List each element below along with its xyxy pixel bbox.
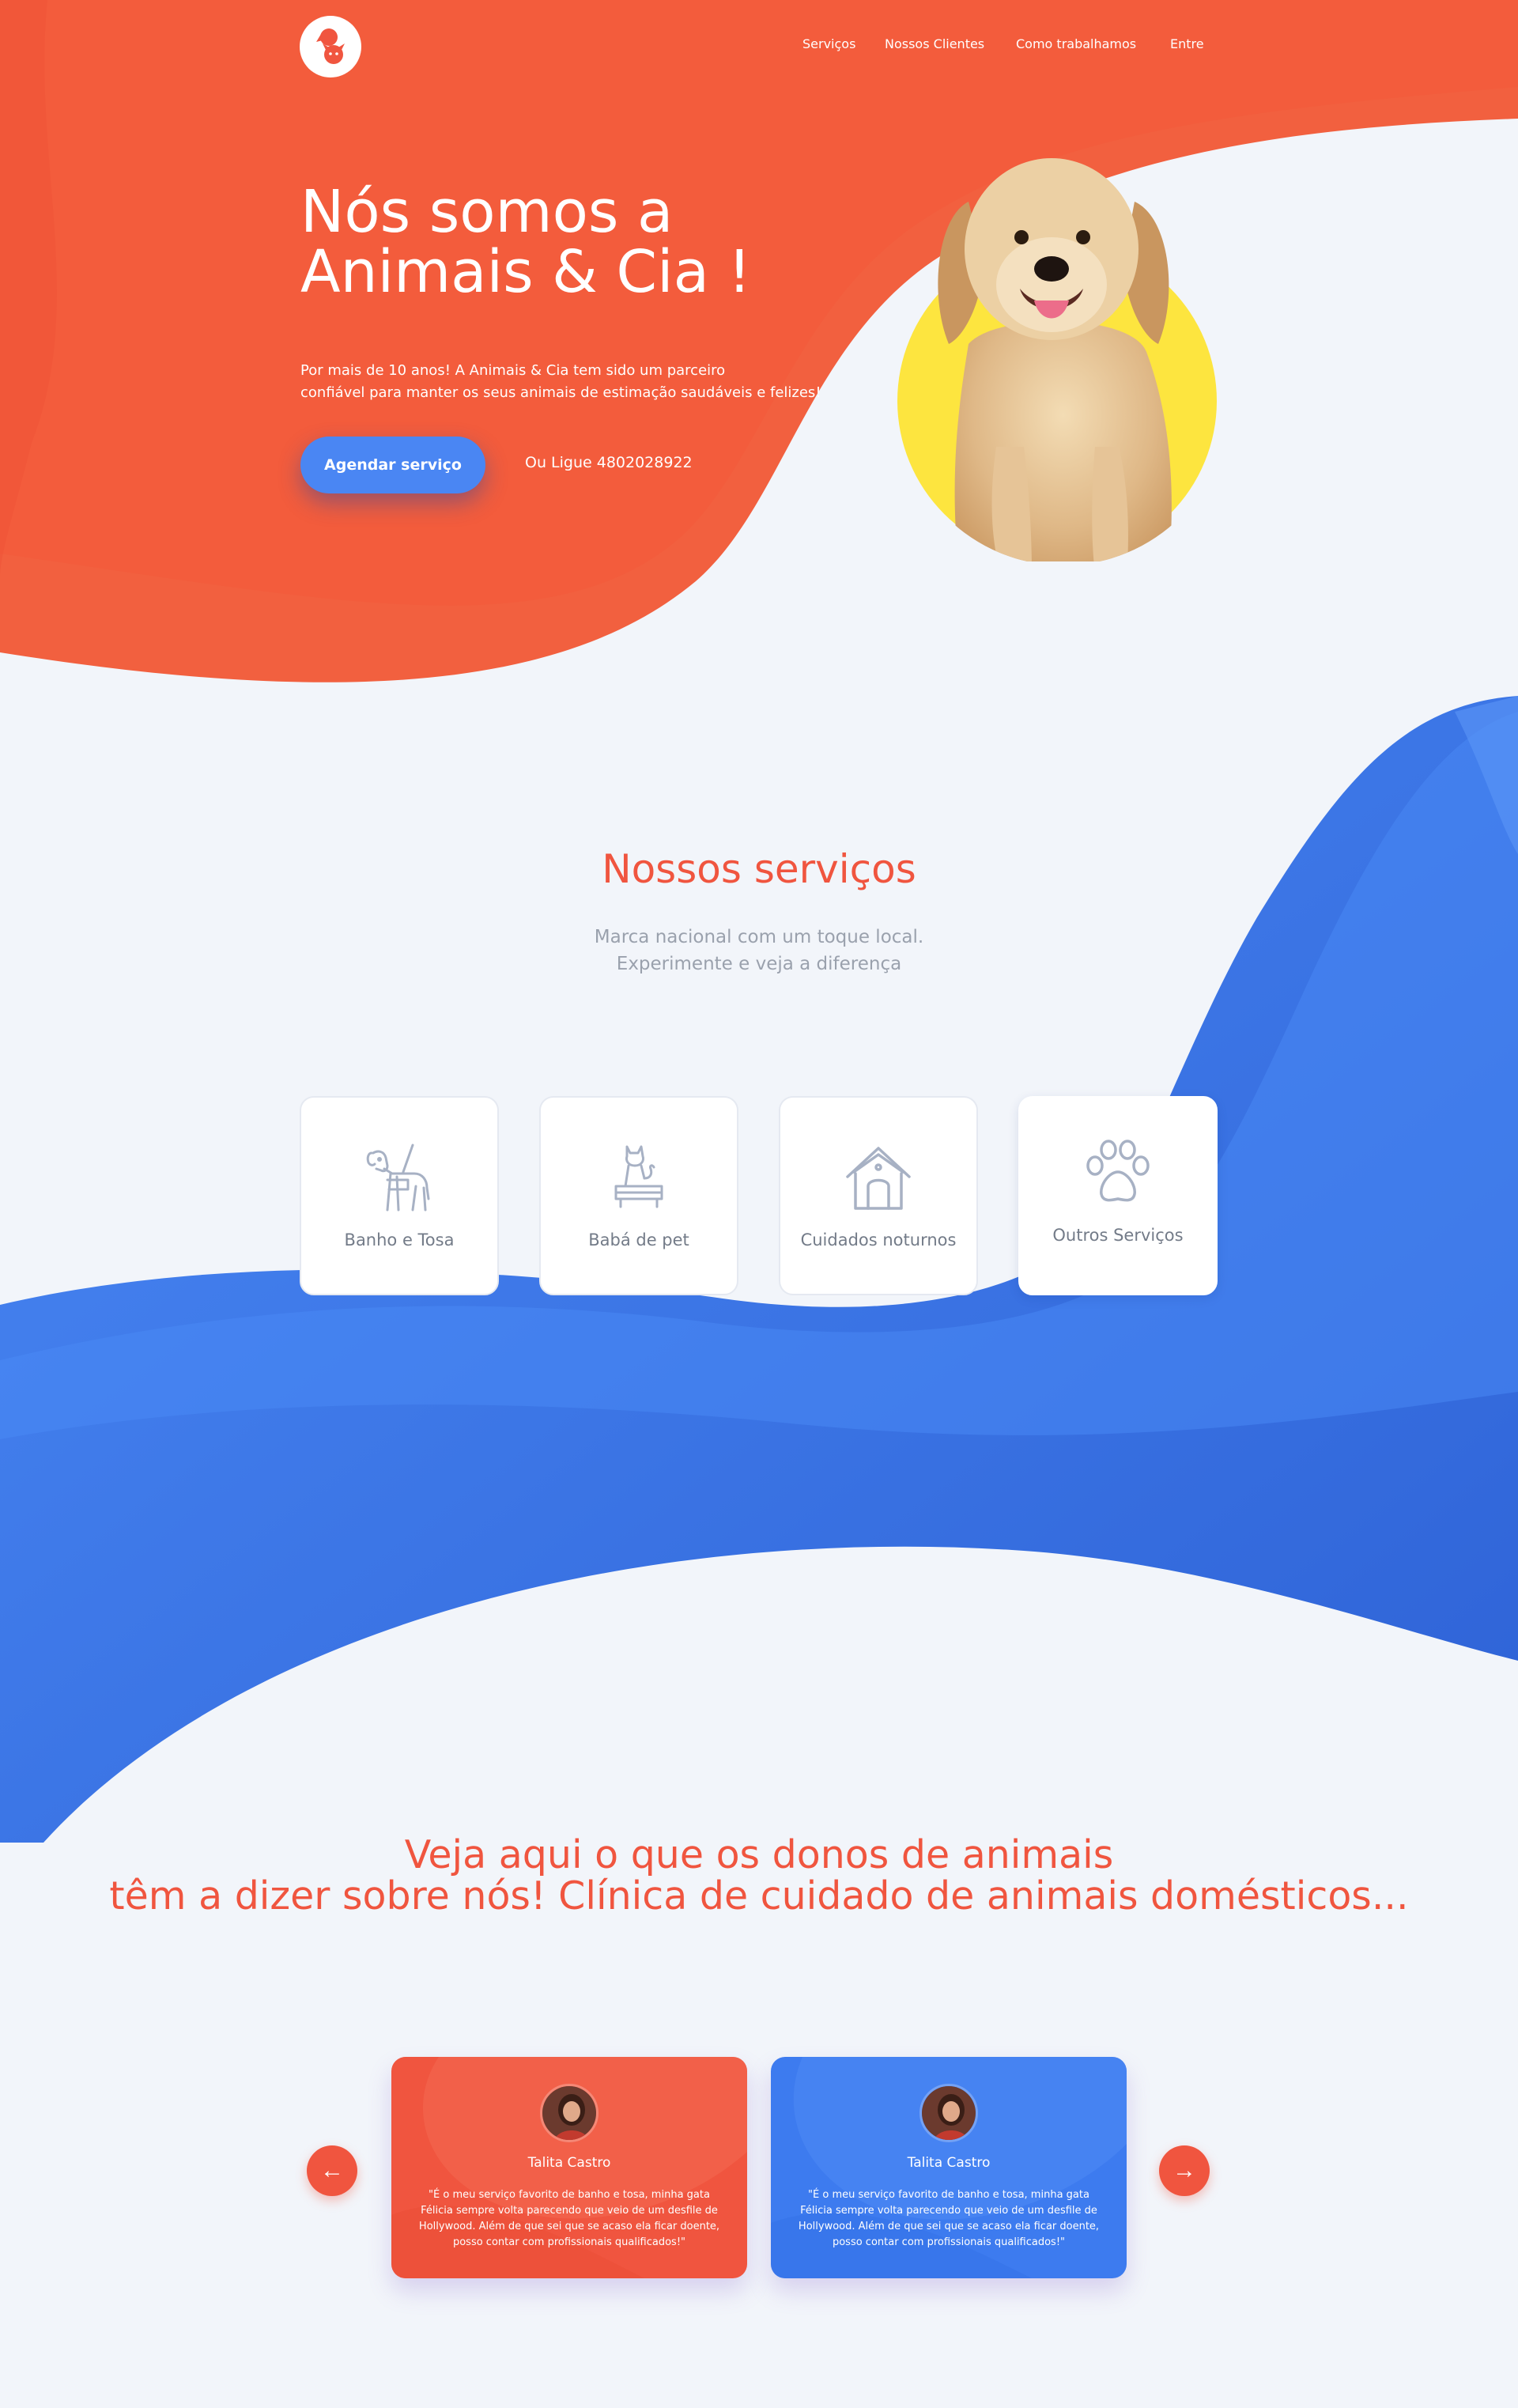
dog-leash-icon xyxy=(366,1144,430,1212)
quote-line: posso contar com profissionais qualifica… xyxy=(452,2236,686,2248)
arrow-right-icon[interactable]: → xyxy=(1159,2145,1210,2196)
hero-description-line: confiável para manter os seus animais de… xyxy=(300,384,821,401)
hero-orange-wave-light xyxy=(0,0,1518,606)
testimonial-name: Talita Castro xyxy=(527,2155,611,2171)
quote-line: "É o meu serviço favorito de banho e tos… xyxy=(429,2189,710,2201)
service-label: Outros Serviços xyxy=(1052,1226,1184,1245)
main-nav: Serviços Nossos Clientes Como trabalhamo… xyxy=(0,36,1518,55)
testimonial-card: Talita Castro "É o meu serviço favorito … xyxy=(771,2057,1127,2278)
arrow-left-icon[interactable]: ← xyxy=(307,2145,357,2196)
paw-icon xyxy=(1086,1140,1150,1202)
service-card-banho-tosa[interactable]: Banho e Tosa xyxy=(300,1096,499,1295)
schedule-service-button[interactable]: Agendar serviço xyxy=(300,437,485,493)
service-card-outros-servicos[interactable]: Outros Serviços xyxy=(1018,1096,1218,1295)
nav-link-servicos[interactable]: Serviços xyxy=(802,36,855,51)
quote-line: Hollywood. Além de que sei que se acaso … xyxy=(418,2221,720,2232)
service-label: Babá de pet xyxy=(588,1230,689,1249)
nav-link-como-trabalhamos[interactable]: Como trabalhamos xyxy=(1016,36,1136,51)
dog-house-icon xyxy=(846,1147,911,1210)
hero-description-line: Por mais de 10 anos! A Animais & Cia tem… xyxy=(300,362,726,379)
services-title: Nossos serviços xyxy=(602,846,916,892)
quote-line: Félicia sempre volta parecendo que veio … xyxy=(800,2205,1097,2217)
quote-line: Félicia sempre volta parecendo que veio … xyxy=(421,2205,718,2217)
testimonial-quote: "É o meu serviço favorito de banho e tos… xyxy=(415,2187,723,2251)
hero-title-line: Nós somos a xyxy=(300,178,674,246)
service-label: Cuidados noturnos xyxy=(800,1230,957,1249)
nav-link-nossos-clientes[interactable]: Nossos Clientes xyxy=(885,36,984,51)
testimonial-card: Talita Castro "É o meu serviço favorito … xyxy=(391,2057,747,2278)
hero-title-line: Animais & Cia ! xyxy=(300,238,752,306)
quote-line: Hollywood. Além de que sei que se acaso … xyxy=(798,2221,1100,2232)
avatar xyxy=(919,2084,978,2142)
testimonials-title: Veja aqui o que os donos de animais têm … xyxy=(0,1835,1518,1917)
service-card-cuidados-noturnos[interactable]: Cuidados noturnos xyxy=(779,1096,978,1295)
cat-bed-icon xyxy=(614,1145,663,1208)
testimonials-title-line: têm a dizer sobre nós! Clínica de cuidad… xyxy=(109,1873,1409,1918)
service-card-baba-pet[interactable]: Babá de pet xyxy=(539,1096,738,1295)
quote-line: "É o meu serviço favorito de banho e tos… xyxy=(808,2189,1089,2201)
hero-title: Nós somos a Animais & Cia ! xyxy=(300,182,901,302)
testimonial-name: Talita Castro xyxy=(907,2155,991,2171)
services-subtitle-line: Marca nacional com um toque local. xyxy=(594,927,924,947)
service-label: Banho e Tosa xyxy=(344,1230,455,1249)
nav-link-entre[interactable]: Entre xyxy=(1170,36,1204,51)
blue-wave-light xyxy=(0,712,1518,1439)
hero-description: Por mais de 10 anos! A Animais & Cia tem… xyxy=(300,360,870,404)
quote-line: posso contar com profissionais qualifica… xyxy=(832,2236,1066,2248)
testimonials-title-line: Veja aqui o que os donos de animais xyxy=(404,1832,1114,1877)
call-phone-link[interactable]: Ou Ligue 4802028922 xyxy=(525,454,693,471)
services-subtitle-line: Experimente e veja a diferença xyxy=(616,954,902,974)
avatar xyxy=(540,2084,599,2142)
services-subtitle: Marca nacional com um toque local. Exper… xyxy=(0,924,1518,977)
hero-dog-image xyxy=(893,146,1225,565)
testimonial-quote: "É o meu serviço favorito de banho e tos… xyxy=(795,2187,1103,2251)
